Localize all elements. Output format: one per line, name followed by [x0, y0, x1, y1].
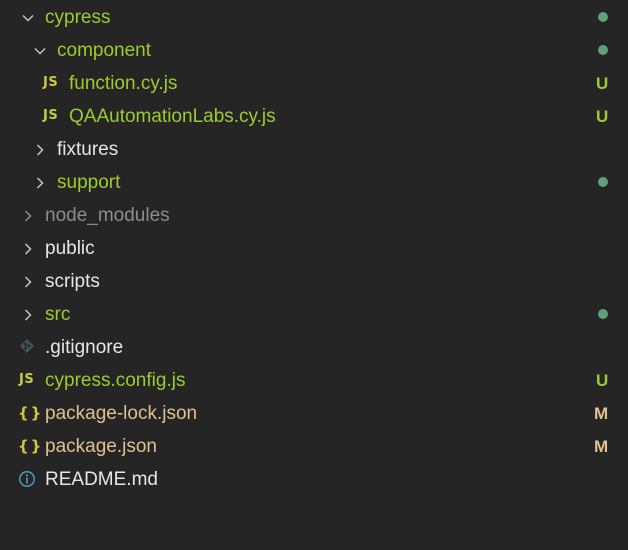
file-label: README.md: [45, 469, 158, 490]
chevron-right-icon[interactable]: [20, 241, 36, 257]
file-label: function.cy.js: [69, 73, 178, 94]
folder-label: node_modules: [45, 205, 170, 226]
folder-support[interactable]: support: [0, 166, 628, 199]
folder-public[interactable]: public: [0, 232, 628, 265]
json-icon: {}: [18, 437, 44, 455]
chevron-right-icon[interactable]: [32, 142, 48, 158]
chevron-right-icon[interactable]: [20, 208, 36, 224]
git-status-badge: U: [596, 371, 609, 390]
folder-src[interactable]: src: [0, 298, 628, 331]
chevron-down-icon[interactable]: [32, 43, 48, 59]
git-status-badge: U: [596, 74, 609, 93]
chevron-down-icon[interactable]: [20, 10, 36, 26]
folder-node-modules[interactable]: node_modules: [0, 199, 628, 232]
file-qaautomationlabs-cy-js[interactable]: JS QAAutomationLabs.cy.js U: [0, 100, 628, 133]
javascript-icon: JS: [43, 108, 59, 123]
git-status-badge: M: [594, 437, 609, 456]
git-status-badge: U: [596, 107, 609, 126]
javascript-icon: JS: [43, 75, 59, 90]
file-package-lock-json[interactable]: {} package-lock.json M: [0, 397, 628, 430]
file-label: package-lock.json: [45, 403, 198, 424]
folder-label: scripts: [45, 271, 100, 292]
file-explorer: cypress component JS function.cy.js U JS…: [0, 0, 628, 550]
file-label: package.json: [45, 436, 157, 457]
info-icon: [18, 470, 36, 488]
javascript-icon: JS: [19, 372, 35, 387]
file-label: .gitignore: [45, 337, 124, 358]
modified-dot-icon: [598, 45, 608, 55]
json-icon: {}: [18, 404, 44, 422]
folder-label: component: [57, 40, 152, 61]
folder-label: support: [57, 172, 121, 193]
git-status-badge: M: [594, 404, 609, 423]
folder-component[interactable]: component: [0, 34, 628, 67]
modified-dot-icon: [598, 309, 608, 319]
file-cypress-config-js[interactable]: JS cypress.config.js U: [0, 364, 628, 397]
folder-label: src: [45, 304, 71, 325]
chevron-right-icon[interactable]: [32, 175, 48, 191]
file-function-cy-js[interactable]: JS function.cy.js U: [0, 67, 628, 100]
file-label: QAAutomationLabs.cy.js: [69, 106, 276, 127]
folder-label: fixtures: [57, 139, 119, 160]
folder-scripts[interactable]: scripts: [0, 265, 628, 298]
folder-fixtures[interactable]: fixtures: [0, 133, 628, 166]
git-icon: [19, 338, 35, 354]
file-package-json[interactable]: {} package.json M: [0, 430, 628, 463]
file-label: cypress.config.js: [45, 370, 186, 391]
chevron-right-icon[interactable]: [20, 307, 36, 323]
modified-dot-icon: [598, 12, 608, 22]
chevron-right-icon[interactable]: [20, 274, 36, 290]
folder-cypress[interactable]: cypress: [0, 1, 628, 34]
modified-dot-icon: [598, 177, 608, 187]
folder-label: cypress: [45, 7, 111, 28]
file-gitignore[interactable]: .gitignore: [0, 331, 628, 364]
file-readme-md[interactable]: README.md: [0, 463, 628, 496]
folder-label: public: [45, 238, 95, 259]
